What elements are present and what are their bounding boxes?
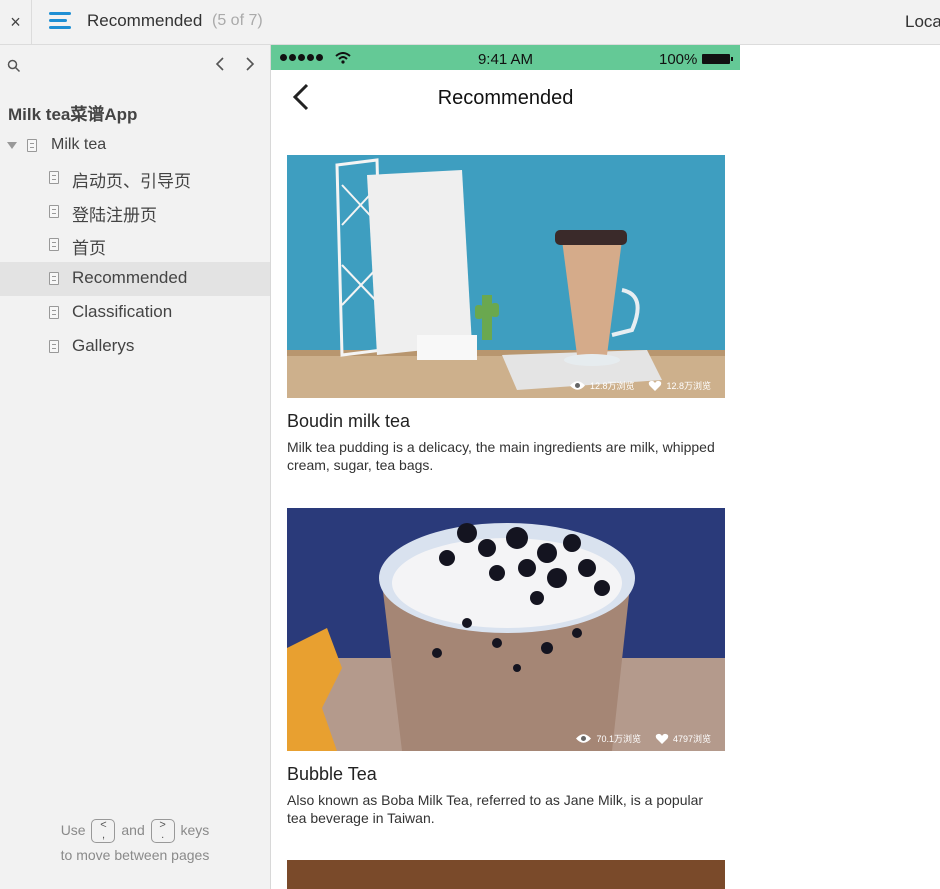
card-stats: 70.1万浏览 4797浏览 [575, 732, 711, 745]
recipe-description: Milk tea pudding is a delicacy, the main… [287, 439, 715, 473]
tree-item-label: Classification [72, 302, 173, 321]
milk-tea-photo [287, 155, 725, 398]
recipe-title[interactable]: Bubble Tea [287, 764, 725, 785]
page-title: Recommended [87, 11, 203, 30]
tree-item-gallerys[interactable]: Gallerys [0, 330, 270, 364]
menu-icon[interactable] [49, 12, 71, 32]
close-icon[interactable]: × [10, 12, 21, 33]
tree-item-login[interactable]: 登陆注册页 [0, 195, 270, 229]
nav-title: Recommended [437, 87, 574, 109]
tree-folder-milk-tea[interactable]: Milk tea [0, 131, 270, 161]
heart-icon[interactable] [648, 380, 662, 392]
page-count: (5 of 7) [212, 12, 263, 29]
tree-item-label: 启动页、引导页 [72, 172, 191, 191]
key-prev: < , [91, 819, 116, 844]
tree-folder-label: Milk tea [51, 136, 107, 153]
top-bar: × Recommended (5 of 7) Loca [0, 0, 940, 45]
page-icon [49, 205, 59, 218]
tree-item-recommended[interactable]: Recommended [0, 262, 270, 296]
view-count: 12.8万浏览 [589, 381, 635, 391]
battery-icon [702, 54, 733, 64]
expand-triangle-icon[interactable] [7, 142, 17, 149]
phone-preview: 9:41 AM 100% Recommended 12.8万浏览 12.8万浏览… [271, 45, 740, 889]
hint-keys: keys [180, 822, 210, 838]
location-label[interactable]: Loca [905, 12, 940, 32]
project-title: Milk tea菜谱App [8, 105, 138, 124]
tree-item-label: Recommended [72, 268, 188, 287]
recipe-description: Also known as Boba Milk Tea, referred to… [287, 792, 704, 826]
search-icon[interactable] [7, 59, 21, 73]
status-bar: 9:41 AM 100% [271, 45, 740, 70]
chevron-left-icon[interactable] [215, 56, 225, 72]
nav-bar: Recommended [271, 70, 740, 126]
tree-item-label: 登陆注册页 [72, 206, 157, 225]
heart-icon[interactable] [655, 733, 669, 745]
bubble-tea-photo [287, 508, 725, 751]
recipe-image-boudin[interactable]: 12.8万浏览 12.8万浏览 [287, 155, 725, 398]
close-button[interactable]: × [0, 0, 32, 44]
tree-item-home[interactable]: 首页 [0, 228, 270, 262]
card-stats: 12.8万浏览 12.8万浏览 [569, 379, 711, 392]
recipe-image-bubble[interactable]: 70.1万浏览 4797浏览 [287, 508, 725, 751]
chevron-right-icon[interactable] [245, 56, 255, 72]
page-icon [49, 238, 59, 251]
page-icon [27, 139, 37, 152]
hint-use: Use [60, 822, 86, 838]
eye-icon [569, 381, 585, 390]
recipe-image-partial[interactable] [287, 860, 725, 889]
tree-item-splash[interactable]: 启动页、引导页 [0, 161, 270, 195]
hint-line2: to move between pages [60, 847, 210, 864]
battery-percent: 100% [659, 51, 698, 68]
recipe-card[interactable]: 70.1万浏览 4797浏览 Bubble Tea Also known as … [287, 508, 725, 827]
eye-icon [576, 734, 592, 743]
sidebar: Milk tea菜谱App Milk tea 启动页、引导页 登陆注册页 首页 … [0, 45, 271, 889]
like-count: 12.8万浏览 [666, 381, 711, 391]
page-icon [49, 272, 59, 285]
page-icon [49, 340, 59, 353]
tree-item-label: 首页 [72, 239, 106, 258]
recipe-card[interactable]: 12.8万浏览 12.8万浏览 Boudin milk tea Milk tea… [287, 155, 725, 474]
view-count: 70.1万浏览 [596, 734, 641, 744]
page-icon [49, 306, 59, 319]
tree-item-label: Gallerys [72, 336, 135, 355]
hint-and: and [121, 822, 145, 838]
key-next: > . [150, 819, 175, 844]
keyboard-hint: Use < , and > . keys to move between pag… [0, 818, 270, 868]
page-icon [49, 171, 59, 184]
tree-item-classification[interactable]: Classification [0, 296, 270, 330]
recipe-title[interactable]: Boudin milk tea [287, 411, 725, 432]
like-count: 4797浏览 [672, 734, 711, 744]
